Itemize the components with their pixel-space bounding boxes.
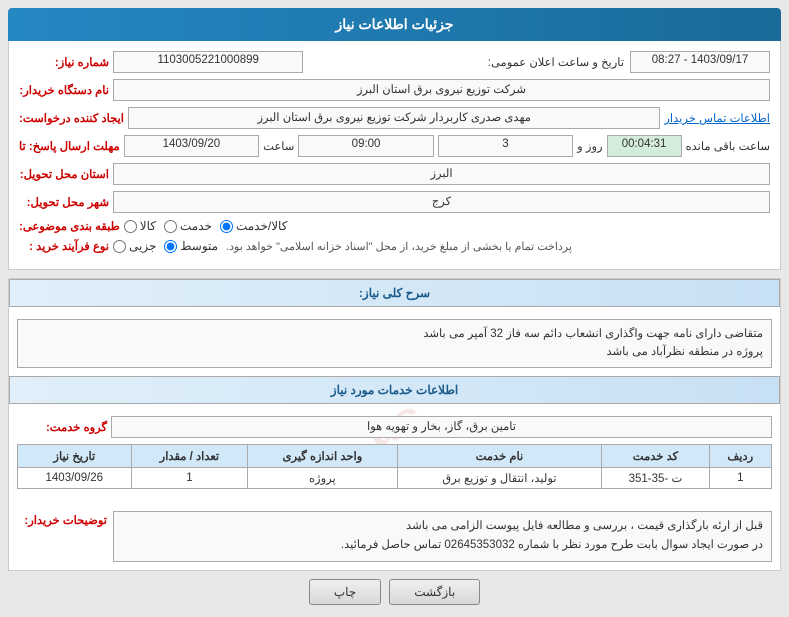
buyer-notes-label: توضیحات خریدار: — [17, 511, 107, 527]
date-label: تاریخ و ساعت اعلان عمومی: — [488, 55, 624, 69]
requester-label: ایجاد کننده درخواست: — [19, 111, 124, 125]
delivery-province-label: استان محل تحویل: — [19, 167, 109, 181]
col-unit: واحد اندازه گیری — [248, 444, 397, 467]
service-table: ردیف کد خدمت نام خدمت واحد اندازه گیری ت… — [17, 444, 772, 489]
back-button[interactable]: بازگشت — [389, 579, 480, 605]
col-code: کد خدمت — [602, 444, 709, 467]
buyer-notes-content: قبل از ارئه بارگذاری قیمت ، بررسی و مطال… — [113, 511, 772, 562]
bottom-buttons: بازگشت چاپ — [8, 579, 781, 605]
date-value: 1403/09/17 - 08:27 — [630, 51, 770, 73]
print-button[interactable]: چاپ — [309, 579, 381, 605]
order-type-note: پرداخت تمام یا بخشی از مبلغ خرید، از محل… — [226, 240, 572, 253]
days-label: روز و — [577, 139, 602, 153]
order-type-part-radio[interactable] — [113, 240, 126, 253]
category-both-item: کالا/خدمت — [220, 219, 287, 233]
category-service-item: خدمت — [164, 219, 212, 233]
table-row: 1 ت -35-351 تولید، انتقال و توزیع برق پر… — [18, 467, 772, 488]
service-info-title: اطلاعات خدمات مورد نیاز — [9, 376, 780, 404]
need-description-title: سرح کلی نیاز: — [9, 279, 780, 307]
page-title: جزئیات اطلاعات نیاز — [335, 16, 453, 32]
order-type-mid-label: متوسط — [180, 239, 218, 253]
time-label: ساعت — [263, 139, 294, 153]
category-goods-item: کالا — [124, 219, 156, 233]
buyer-org-label: نام دستگاه خریدار: — [19, 83, 109, 97]
order-type-mid-item: متوسط — [164, 239, 218, 253]
need-number-value: 1103005221000899 — [113, 51, 303, 73]
delivery-city-label: شهر محل تحویل: — [19, 195, 109, 209]
deadline-date: 1403/09/20 — [124, 135, 259, 157]
deadline-time: 09:00 — [298, 135, 433, 157]
col-qty: تعداد / مقدار — [131, 444, 248, 467]
page-header: جزئیات اطلاعات نیاز — [8, 8, 781, 41]
buyer-org-value: شرکت توزیع نیروی برق استان البرز — [113, 79, 770, 101]
category-both-label: کالا/خدمت — [236, 219, 287, 233]
delivery-city-value: کرج — [113, 191, 770, 213]
order-type-label: نوع فرآیند خرید : — [19, 239, 109, 253]
order-type-part-label: جزیی — [129, 239, 156, 253]
category-goods-radio[interactable] — [124, 220, 137, 233]
service-group-value: تامین برق، گاز، بخار و تهویه هوا — [111, 416, 772, 438]
col-row: ردیف — [709, 444, 771, 467]
delivery-province-value: البرز — [113, 163, 770, 185]
requester-value: مهدی صدری کاربردار شرکت توزیع نیروی برق … — [128, 107, 660, 129]
requester-contact-link[interactable]: اطلاعات تماس خریدار — [664, 111, 770, 125]
category-goods-label: کالا — [140, 219, 156, 233]
response-deadline-label: مهلت ارسال پاسخ: تا — [19, 139, 120, 153]
deadline-days: 3 — [438, 135, 573, 157]
col-name: نام خدمت — [397, 444, 602, 467]
col-date: تاریخ نیاز — [18, 444, 132, 467]
category-both-radio[interactable] — [220, 220, 233, 233]
need-description-text: متقاضی دارای نامه جهت واگذاری انشعاب دائ… — [17, 319, 772, 368]
category-label: طبقه بندی موضوعی: — [19, 219, 120, 233]
category-service-label: خدمت — [180, 219, 212, 233]
order-type-mid-radio[interactable] — [164, 240, 177, 253]
order-type-part-item: جزیی — [113, 239, 156, 253]
remaining-time: 00:04:31 — [607, 135, 682, 157]
category-service-radio[interactable] — [164, 220, 177, 233]
service-group-label: گروه خدمت: — [17, 420, 107, 434]
need-number-label: شماره نیاز: — [19, 55, 109, 69]
remaining-label: ساعت باقی مانده — [686, 139, 770, 153]
